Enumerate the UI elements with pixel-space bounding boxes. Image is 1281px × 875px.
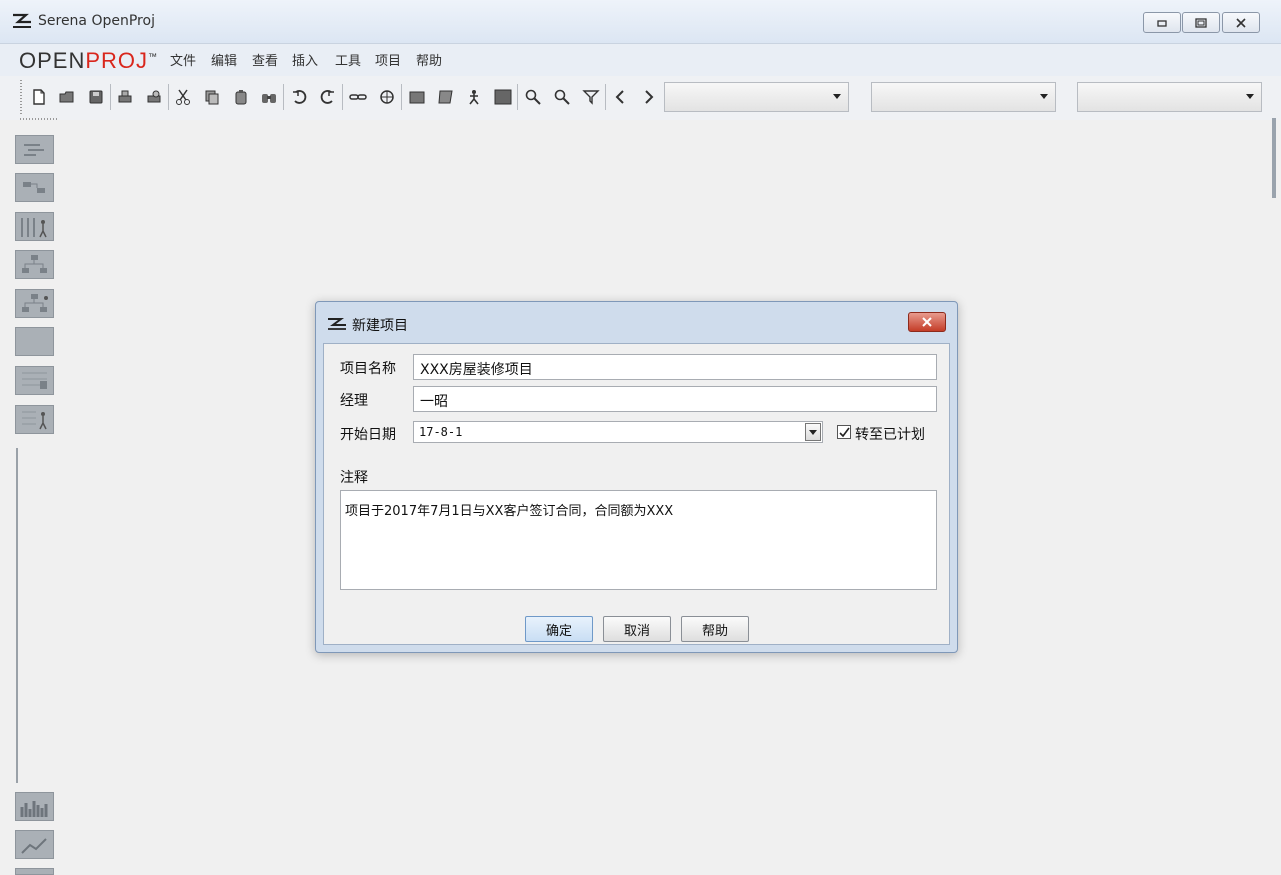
project-view-icon[interactable] <box>15 327 54 356</box>
menu-bar: OPENPROJ™ 文件 编辑 查看 插入 工具 项目 帮助 <box>0 44 1281 76</box>
minimize-button[interactable] <box>1143 12 1181 33</box>
menu-view[interactable]: 查看 <box>252 50 278 69</box>
calendar-icon[interactable] <box>494 88 512 106</box>
task-info-icon[interactable] <box>408 88 426 106</box>
project-name-input[interactable]: XXX房屋装修项目 <box>413 354 937 380</box>
forward-schedule-label: 转至已计划 <box>855 427 925 443</box>
help-button[interactable]: 帮助 <box>681 616 749 642</box>
view-bar-divider <box>16 448 18 783</box>
zoom-in-icon[interactable] <box>524 88 542 106</box>
menu-insert[interactable]: 插入 <box>292 50 318 69</box>
toolbar <box>0 76 1281 120</box>
dialog-title: 新建项目 <box>352 318 408 334</box>
find-icon[interactable] <box>260 88 278 106</box>
link-icon[interactable] <box>349 88 367 106</box>
new-project-dialog: 新建项目 项目名称 XXX房屋装修项目 经理 一昭 开始日期 17-8-1 转至… <box>315 301 958 653</box>
gantt-view-icon[interactable] <box>15 135 54 164</box>
window-title-bar: Serena OpenProj <box>0 0 1281 44</box>
close-icon <box>1236 17 1246 28</box>
undo-icon[interactable] <box>290 88 308 106</box>
save-icon[interactable] <box>87 88 105 106</box>
cut-icon[interactable] <box>174 88 192 106</box>
task-usage-icon[interactable] <box>15 366 54 395</box>
start-date-label: 开始日期 <box>340 427 396 443</box>
close-icon <box>922 317 932 327</box>
copy-icon[interactable] <box>203 88 221 106</box>
new-icon[interactable] <box>30 88 48 106</box>
unlink-icon[interactable] <box>378 88 396 106</box>
dialog-close-button[interactable] <box>908 312 946 332</box>
toolbar-separator <box>283 84 284 110</box>
notes-textarea[interactable]: 项目于2017年7月1日与XX客户签订合同，合同额为XXX <box>340 490 937 590</box>
rbs-view-icon[interactable] <box>15 289 54 318</box>
menu-file[interactable]: 文件 <box>170 50 196 69</box>
view-more-button[interactable] <box>15 868 54 875</box>
scroll-left-icon[interactable] <box>611 88 629 106</box>
histogram-icon[interactable] <box>15 792 54 821</box>
close-window-button[interactable] <box>1222 12 1260 33</box>
resource-usage-icon[interactable] <box>15 405 54 434</box>
chevron-down-icon <box>1040 94 1048 99</box>
network-view-icon[interactable] <box>15 173 54 202</box>
paste-icon[interactable] <box>232 88 250 106</box>
app-logo-icon <box>328 318 346 330</box>
chevron-down-icon[interactable] <box>805 423 821 441</box>
print-icon[interactable] <box>116 88 134 106</box>
toolbar-separator <box>110 84 111 110</box>
app-logo-icon <box>13 13 31 28</box>
forward-schedule-checkbox[interactable] <box>837 425 851 439</box>
print-preview-icon[interactable] <box>145 88 163 106</box>
notes-label: 注释 <box>340 470 368 486</box>
toolbar-separator <box>517 84 518 110</box>
menu-project[interactable]: 项目 <box>375 50 401 69</box>
toolbar-grip-bottom <box>20 118 58 120</box>
toolbar-grip[interactable] <box>20 80 22 114</box>
zoom-out-icon[interactable] <box>553 88 571 106</box>
menu-edit[interactable]: 编辑 <box>211 50 237 69</box>
manager-input[interactable]: 一昭 <box>413 386 937 412</box>
chevron-down-icon <box>833 94 841 99</box>
window-title: Serena OpenProj <box>38 13 155 29</box>
checkmark-icon <box>838 427 850 437</box>
menu-tools[interactable]: 工具 <box>335 50 361 69</box>
ok-button[interactable]: 确定 <box>525 616 593 642</box>
start-date-value: 17-8-1 <box>419 425 463 439</box>
group-select[interactable] <box>1077 82 1262 112</box>
resource-sheet-icon[interactable] <box>15 212 54 241</box>
maximize-icon <box>1195 17 1207 28</box>
scrollbar[interactable] <box>1272 118 1276 198</box>
openproj-logo: OPENPROJ™ <box>19 48 159 73</box>
project-name-label: 项目名称 <box>340 361 396 377</box>
minimize-icon <box>1157 19 1167 27</box>
filter-select[interactable] <box>664 82 849 112</box>
maximize-button[interactable] <box>1182 12 1220 33</box>
scroll-right-icon[interactable] <box>640 88 658 106</box>
charts-icon[interactable] <box>15 830 54 859</box>
chevron-down-icon <box>1246 94 1254 99</box>
cancel-button[interactable]: 取消 <box>603 616 671 642</box>
toolbar-separator <box>401 84 402 110</box>
start-date-select[interactable]: 17-8-1 <box>413 421 823 443</box>
toolbar-separator <box>342 84 343 110</box>
sort-select[interactable] <box>871 82 1056 112</box>
manager-label: 经理 <box>340 393 368 409</box>
toolbar-separator <box>168 84 169 110</box>
wbs-view-icon[interactable] <box>15 250 54 279</box>
menu-help[interactable]: 帮助 <box>416 50 442 69</box>
toolbar-separator <box>605 84 606 110</box>
notes-icon[interactable] <box>437 88 455 106</box>
filter-icon[interactable] <box>582 88 600 106</box>
resource-icon[interactable] <box>465 88 483 106</box>
open-icon[interactable] <box>58 88 76 106</box>
redo-icon[interactable] <box>319 88 337 106</box>
dialog-body: 项目名称 XXX房屋装修项目 经理 一昭 开始日期 17-8-1 转至已计划 注… <box>323 343 950 645</box>
